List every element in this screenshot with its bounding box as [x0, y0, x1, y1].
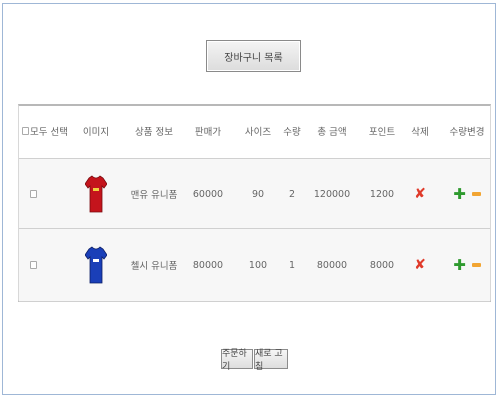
- minus-icon[interactable]: [471, 192, 481, 196]
- select-all[interactable]: 모두 선택: [19, 124, 74, 138]
- page-frame: 장바구니 목록 모두 선택 이미지 상품 정보 판매가 사이즈 수량 총 금액 …: [2, 3, 496, 395]
- product-size: 100: [248, 259, 268, 271]
- plus-icon[interactable]: ✚: [453, 186, 466, 202]
- product-price: 60000: [192, 188, 224, 200]
- qty-change-controls: ✚: [447, 229, 487, 301]
- col-product-info-header: 상품 정보: [135, 127, 173, 138]
- col-image-header: 이미지: [82, 127, 110, 138]
- product-point: 1200: [369, 188, 395, 200]
- col-qty-change-header: 수량변경: [449, 127, 485, 138]
- table-row: 첼시 유니폼 80000 100 1 80000 8000 ✘ ✚: [19, 228, 490, 302]
- row-select[interactable]: [19, 159, 71, 229]
- product-quantity: 1: [288, 259, 296, 271]
- jersey-badge: [93, 188, 99, 191]
- product-total: 120000: [313, 188, 351, 200]
- product-price: 80000: [192, 259, 224, 271]
- delete-button[interactable]: ✘: [409, 159, 431, 229]
- table-header: 모두 선택 이미지 상품 정보 판매가 사이즈 수량 총 금액 포인트 삭제 수…: [19, 106, 490, 158]
- cart-list-title-button[interactable]: 장바구니 목록: [206, 40, 301, 72]
- col-point-header: 포인트: [368, 127, 396, 138]
- select-all-checkbox[interactable]: [22, 127, 29, 135]
- col-size-header: 사이즈: [244, 127, 272, 138]
- row-select[interactable]: [19, 229, 71, 301]
- product-name[interactable]: 첼시 유니폼: [124, 229, 184, 301]
- row-checkbox[interactable]: [29, 261, 37, 269]
- product-image[interactable]: [79, 229, 113, 301]
- cart-table: 모두 선택 이미지 상품 정보 판매가 사이즈 수량 총 금액 포인트 삭제 수…: [18, 104, 491, 302]
- delete-icon[interactable]: ✘: [414, 258, 426, 272]
- product-total: 80000: [316, 259, 348, 271]
- refresh-button[interactable]: 새로 고침: [254, 349, 288, 372]
- minus-icon[interactable]: [471, 263, 481, 267]
- delete-button[interactable]: ✘: [409, 229, 431, 301]
- delete-icon[interactable]: ✘: [414, 187, 426, 201]
- col-total-header: 총 금액: [317, 127, 347, 138]
- plus-icon[interactable]: ✚: [453, 257, 466, 273]
- product-image[interactable]: [79, 159, 113, 229]
- jersey-badge: [93, 259, 99, 262]
- row-checkbox[interactable]: [29, 190, 37, 198]
- jersey-icon: [85, 175, 107, 213]
- col-delete-header: 삭제: [411, 127, 429, 138]
- select-all-label: 모두 선택: [30, 127, 68, 138]
- col-price-header: 판매가: [194, 127, 222, 138]
- order-button[interactable]: 주문하기: [221, 349, 253, 372]
- product-point: 8000: [369, 259, 395, 271]
- jersey-shape: [85, 246, 107, 284]
- jersey-shape: [85, 175, 107, 213]
- jersey-icon: [85, 246, 107, 284]
- table-row: 맨유 유니폼 60000 90 2 120000 1200 ✘ ✚: [19, 158, 490, 229]
- product-name[interactable]: 맨유 유니폼: [124, 159, 184, 229]
- qty-change-controls: ✚: [447, 159, 487, 229]
- product-quantity: 2: [288, 188, 296, 200]
- product-size: 90: [251, 188, 265, 200]
- col-quantity-header: 수량: [283, 127, 301, 138]
